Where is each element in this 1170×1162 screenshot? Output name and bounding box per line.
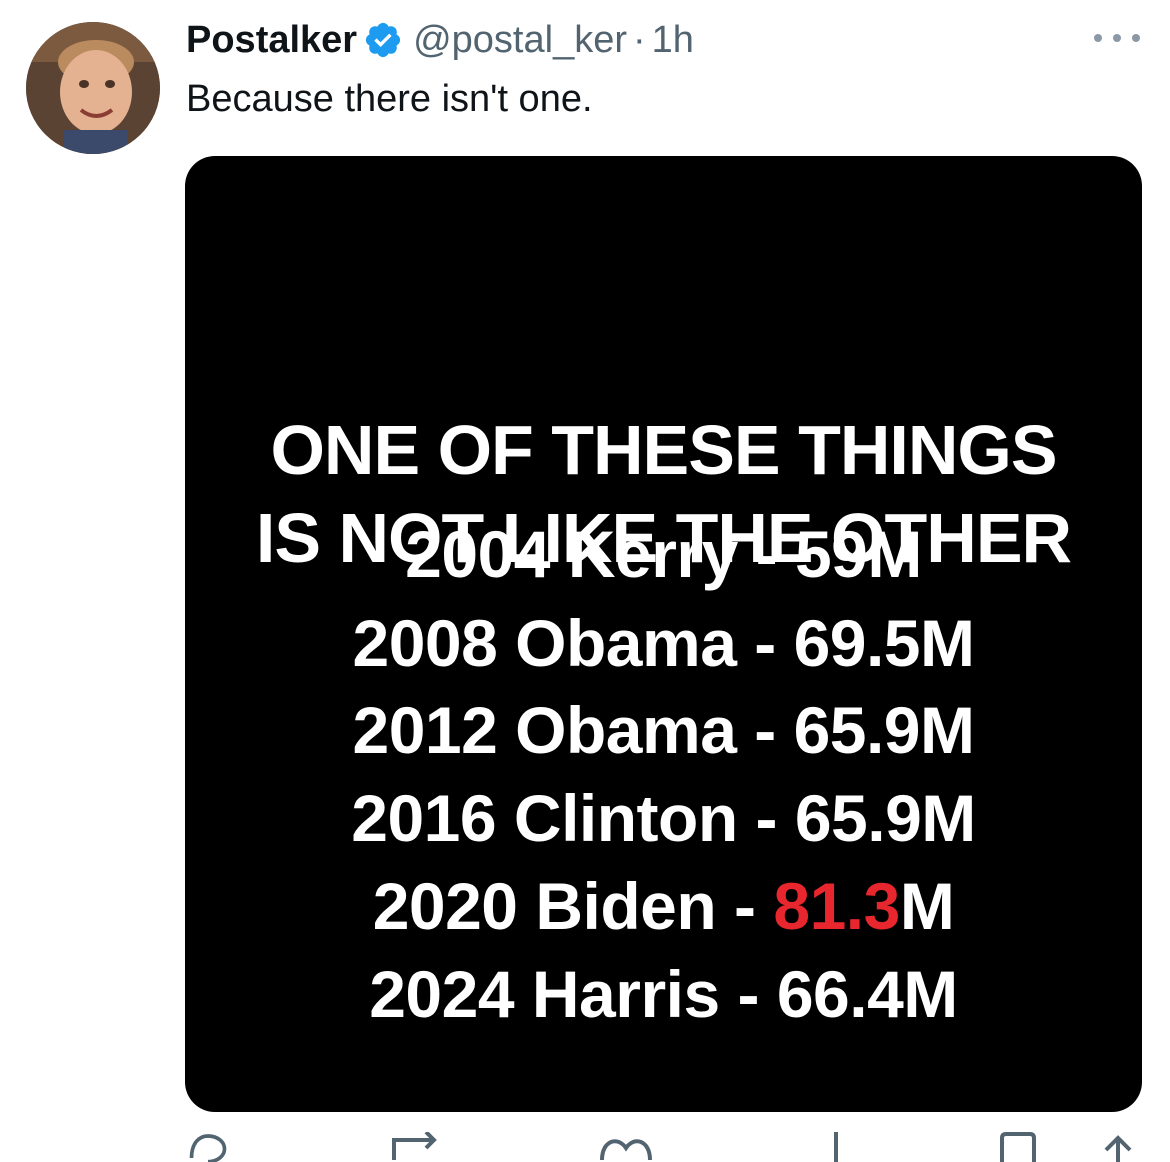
more-options-icon[interactable] xyxy=(1094,26,1140,50)
separator-dot: · xyxy=(633,18,646,61)
views-icon xyxy=(834,1132,838,1162)
timestamp[interactable]: 1h xyxy=(652,19,694,62)
result-line-2016: 2016 Clinton - 65.9M xyxy=(351,781,976,855)
highlighted-vote-count: 81.3 xyxy=(773,869,900,943)
share-button[interactable] xyxy=(1098,1132,1138,1162)
tweet-image[interactable]: ONE OF THESE THINGS IS NOT LIKE THE OTHE… xyxy=(185,156,1142,1112)
like-button[interactable] xyxy=(594,1132,674,1162)
tweet-header: Postalker @postal_ker · 1h xyxy=(186,18,694,62)
bookmark-icon xyxy=(1000,1132,1036,1162)
tweet-text: Because there isn't one. xyxy=(186,78,593,120)
user-handle[interactable]: @postal_ker xyxy=(413,19,627,62)
result-line-2012: 2012 Obama - 65.9M xyxy=(352,693,975,767)
share-icon xyxy=(1104,1135,1132,1162)
result-line-2024: 2024 Harris - 66.4M xyxy=(369,957,958,1031)
display-name[interactable]: Postalker xyxy=(186,19,357,62)
reply-icon xyxy=(189,1134,227,1162)
like-icon xyxy=(600,1139,652,1161)
reply-button[interactable] xyxy=(186,1132,230,1162)
result-line-2008: 2008 Obama - 69.5M xyxy=(352,606,975,680)
verified-badge-icon[interactable] xyxy=(363,20,403,60)
result-line-2020: 2020 Biden - 81.3M xyxy=(372,869,955,943)
retweet-button[interactable] xyxy=(382,1132,462,1162)
retweet-icon xyxy=(392,1132,437,1160)
tweet-action-bar xyxy=(186,1132,1146,1162)
result-line-2004: 2004 Kerry - 59M xyxy=(405,517,922,591)
bookmark-button[interactable] xyxy=(998,1132,1038,1162)
avatar-photo xyxy=(26,22,160,154)
image-title-line-1: ONE OF THESE THINGS xyxy=(270,411,1057,489)
avatar[interactable] xyxy=(26,22,160,154)
views-button[interactable] xyxy=(816,1132,856,1162)
